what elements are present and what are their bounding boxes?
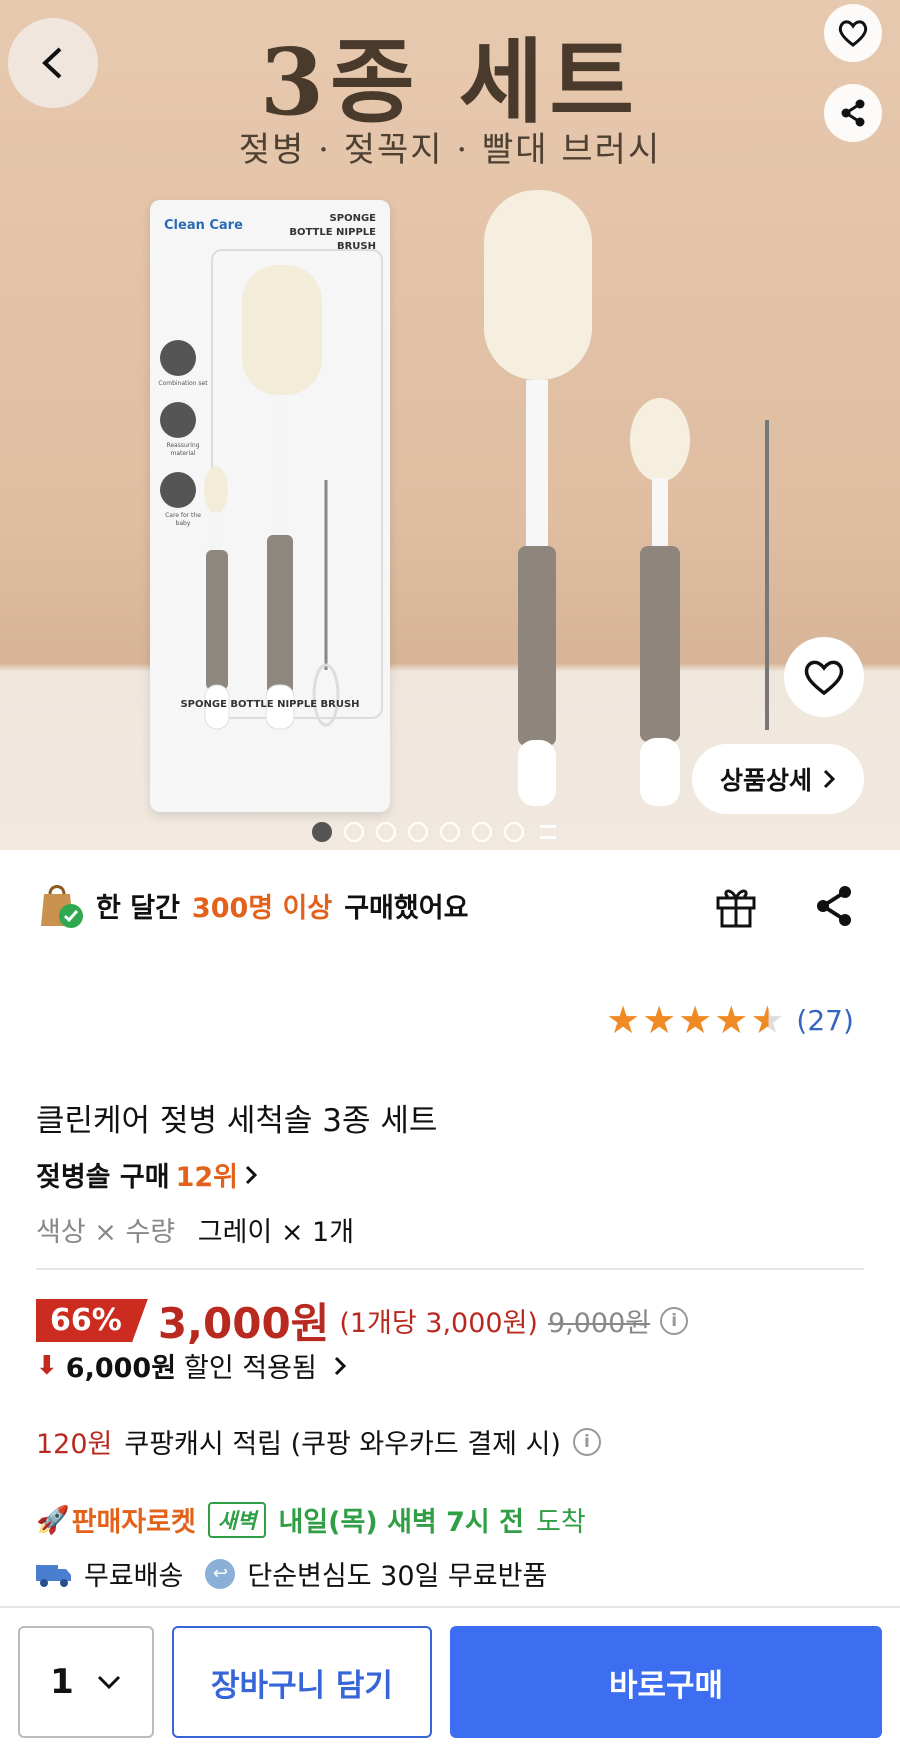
discount-badge: 66% <box>36 1299 148 1342</box>
rank-value: 12위 <box>175 1162 239 1193</box>
cash-amount: 120원 <box>36 1429 113 1460</box>
heart-icon <box>804 660 844 696</box>
carousel-dot[interactable] <box>504 822 524 842</box>
brushes-illustration <box>484 190 769 806</box>
info-icon[interactable]: i <box>572 1427 601 1456</box>
star-icon: ★ <box>714 998 749 1042</box>
star-half-icon: ★ <box>750 998 785 1042</box>
carousel-dot[interactable] <box>312 822 332 842</box>
price-row: 66% 3,000원 (1개당 3,000원) 9,000원 i <box>36 1290 689 1351</box>
selected-option[interactable]: 색상 × 수량 그레이 × 1개 <box>36 1210 354 1249</box>
share-icon <box>817 886 851 926</box>
product-image-carousel[interactable]: 3종 세트 젖병 · 젖꼭지 · 빨대 브러시 Clean Care SPONG… <box>0 0 900 850</box>
review-count[interactable]: (27) <box>796 1004 853 1037</box>
carousel-more-icon[interactable] <box>540 825 556 839</box>
buyers-count: 300명 이상 <box>191 892 333 924</box>
chevron-right-icon <box>823 769 836 789</box>
share-button[interactable] <box>814 884 856 932</box>
gift-icon <box>716 889 756 928</box>
arrow-down-icon: ⬇ <box>36 1350 58 1381</box>
product-detail-label: 상품상세 <box>719 766 812 795</box>
original-price: 9,000원 <box>547 1308 651 1339</box>
cash-text: 쿠팡캐시 적립 (쿠팡 와우카드 결제 시) <box>124 1429 561 1460</box>
carousel-dot[interactable] <box>440 822 460 842</box>
sale-price: 3,000원 <box>157 1299 330 1348</box>
wishlist-button-top[interactable] <box>824 4 882 62</box>
delivery-eta-suffix: 도착 <box>536 1507 586 1538</box>
carousel-indicator[interactable] <box>312 822 556 842</box>
star-icon: ★ <box>678 998 713 1042</box>
option-value: 그레이 × 1개 <box>197 1217 355 1248</box>
seller-rocket-badge: 판매자로켓 <box>71 1507 196 1538</box>
product-detail-button[interactable]: 상품상세 <box>692 744 864 814</box>
discount-applied-link[interactable]: ⬇ 6,000원 할인 적용됨 <box>36 1346 347 1385</box>
divider <box>36 1268 864 1270</box>
shipping-info: 무료배송 ↩ 단순변심도 30일 무료반품 <box>36 1554 547 1593</box>
delivery-info: 🚀 판매자로켓 새벽 내일(목) 새벽 7시 전 도착 <box>36 1500 586 1539</box>
chevron-right-icon <box>245 1165 258 1184</box>
saving-amount: 6,000원 <box>65 1353 177 1384</box>
star-icon: ★ <box>642 998 677 1042</box>
product-title: 클린케어 젖병 세척솔 3종 세트 <box>36 1103 438 1139</box>
quantity-select[interactable]: 1 <box>18 1626 154 1738</box>
heart-icon <box>838 20 868 47</box>
quantity-value: 1 <box>50 1662 74 1702</box>
purchase-count-banner: 한 달간 300명 이상 구매했어요 <box>36 880 468 930</box>
buyers-suffix: 구매했어요 <box>344 892 469 924</box>
option-label: 색상 × 수량 <box>36 1217 176 1248</box>
back-button[interactable] <box>8 18 98 108</box>
free-shipping: 무료배송 <box>84 1561 184 1592</box>
saving-text: 할인 적용됨 <box>184 1353 317 1384</box>
category-rank-link[interactable]: 젖병솔 구매 12위 <box>36 1155 258 1194</box>
info-icon[interactable]: i <box>660 1306 689 1335</box>
purchase-bar: 1 장바구니 담기 바로구매 <box>0 1606 900 1753</box>
share-button-top[interactable] <box>824 84 882 142</box>
carousel-dot[interactable] <box>344 822 364 842</box>
wishlist-button[interactable] <box>784 637 864 717</box>
gift-button[interactable] <box>714 884 760 932</box>
buy-now-button[interactable]: 바로구매 <box>450 1626 882 1738</box>
chevron-down-icon <box>97 1675 120 1690</box>
unit-price: (1개당 3,000원) <box>339 1308 538 1339</box>
chevron-left-icon <box>42 47 62 79</box>
rating[interactable]: ★ ★ ★ ★ ★ (27) <box>606 1000 854 1040</box>
buyers-prefix: 한 달간 <box>96 892 180 924</box>
add-to-cart-button[interactable]: 장바구니 담기 <box>172 1626 432 1738</box>
carousel-dot[interactable] <box>408 822 428 842</box>
dawn-delivery-badge: 새벽 <box>207 1501 267 1538</box>
carousel-dot[interactable] <box>376 822 396 842</box>
return-icon: ↩ <box>205 1558 236 1589</box>
rank-label: 젖병솔 구매 <box>36 1162 170 1193</box>
chevron-right-icon <box>334 1356 346 1375</box>
free-returns: 단순변심도 30일 무료반품 <box>247 1561 548 1592</box>
truck-icon <box>36 1564 71 1587</box>
cash-reward: 120원 쿠팡캐시 적립 (쿠팡 와우카드 결제 시) i <box>36 1422 601 1461</box>
rocket-icon: 🚀 <box>36 1504 70 1536</box>
star-icon: ★ <box>606 998 641 1042</box>
shopping-bag-check-icon <box>41 885 83 928</box>
carousel-dot[interactable] <box>472 822 492 842</box>
share-icon <box>841 99 865 127</box>
delivery-eta: 내일(목) 새벽 7시 전 <box>278 1507 525 1538</box>
